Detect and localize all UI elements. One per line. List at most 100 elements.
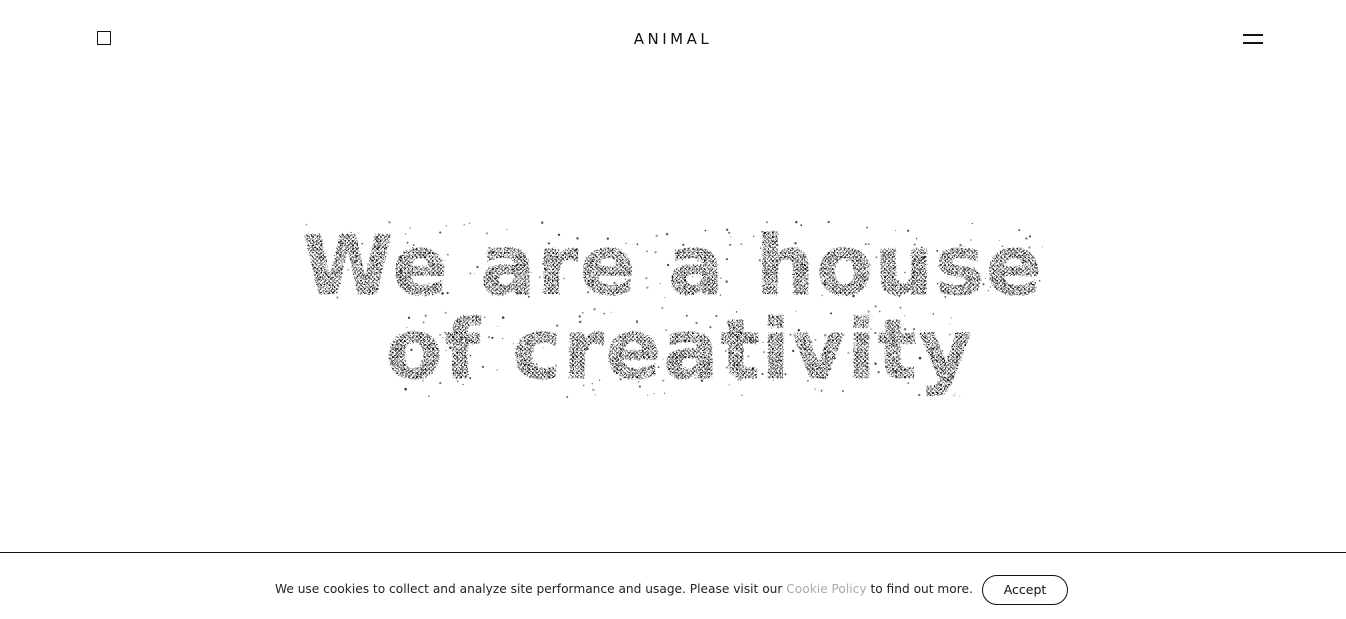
accept-cookies-button[interactable]: Accept (982, 575, 1068, 605)
stray-particle (406, 241, 409, 244)
stray-particle (940, 392, 943, 395)
stray-particle (653, 393, 655, 395)
stray-particle (903, 327, 907, 331)
stray-particle (625, 242, 627, 244)
stray-particle (469, 354, 472, 357)
stray-particle (410, 336, 412, 339)
stray-particle (725, 280, 728, 283)
stray-particle (795, 310, 797, 312)
stray-particle (867, 243, 870, 245)
stray-particle (469, 377, 472, 380)
stray-particle (588, 284, 591, 286)
stray-particle (931, 355, 934, 357)
stray-particle (715, 314, 718, 318)
stray-particle (949, 323, 951, 325)
stray-particle (578, 315, 581, 318)
stray-particle (936, 249, 939, 252)
stray-particle (810, 340, 813, 343)
stray-particle (410, 348, 413, 352)
stray-particle (406, 326, 408, 328)
stray-particle (350, 231, 352, 234)
stray-particle (665, 232, 669, 236)
stray-particle (489, 277, 492, 280)
hero: We are a house of creativity (0, 200, 1346, 430)
stray-particle (578, 320, 582, 324)
hamburger-menu-icon[interactable] (1243, 33, 1265, 45)
stray-particle (422, 321, 425, 324)
stray-particle (719, 294, 722, 296)
stray-particle (998, 240, 1000, 242)
stray-particle (875, 256, 878, 259)
stray-particle (645, 277, 648, 280)
stray-particle (444, 259, 446, 261)
stray-particle (444, 311, 447, 314)
stray-particle (967, 257, 969, 259)
stray-particle (747, 355, 750, 358)
stray-particle (613, 281, 616, 285)
stray-particle (637, 381, 640, 383)
stray-particle (935, 348, 938, 351)
stray-particle (404, 233, 406, 235)
stray-particle (305, 223, 308, 226)
stray-particle (404, 333, 407, 336)
stray-particle (591, 383, 593, 385)
stray-particle (740, 243, 743, 246)
stray-particle (761, 372, 764, 376)
stray-particle (807, 380, 809, 382)
stray-particle (1018, 229, 1021, 232)
stray-particle (830, 312, 833, 315)
stray-particle (657, 366, 660, 368)
stray-particle (746, 332, 748, 334)
stray-particle (710, 348, 712, 350)
stray-particle (571, 255, 573, 258)
stray-particle (582, 312, 584, 314)
stray-particle (685, 314, 688, 317)
stray-particle (728, 231, 731, 234)
stray-particle (899, 306, 902, 309)
stray-particle (574, 249, 577, 252)
stray-particle (907, 229, 910, 232)
stray-particle (530, 272, 532, 274)
stray-particle (527, 295, 530, 298)
stray-particle (762, 341, 764, 343)
stray-particle (728, 384, 730, 386)
stray-particle (949, 333, 951, 336)
stray-particle (619, 377, 622, 381)
stray-particle (320, 240, 323, 243)
stray-particle (797, 328, 801, 332)
stray-particle (353, 251, 355, 253)
stray-particle (593, 308, 596, 311)
stray-particle (737, 378, 740, 381)
stray-particle (857, 287, 859, 290)
stray-particle (389, 242, 391, 244)
stray-particle (501, 316, 505, 319)
stray-particle (399, 269, 402, 272)
stray-particle (586, 291, 590, 294)
stray-particle (352, 265, 354, 267)
stray-particle (728, 244, 730, 246)
stray-particle (704, 287, 706, 289)
stray-particle (647, 394, 649, 396)
stray-particle (538, 276, 541, 279)
stray-particle (694, 377, 696, 379)
stray-particle (549, 255, 552, 258)
stray-particle (424, 314, 427, 317)
site-logo[interactable]: ANIMAL (0, 29, 1346, 49)
stray-particle (794, 242, 797, 245)
stray-particle (824, 281, 827, 284)
stray-particle (568, 377, 570, 379)
stray-particle (894, 284, 896, 287)
cookie-policy-link[interactable]: Cookie Policy (786, 582, 866, 596)
stray-particle (422, 290, 424, 292)
stray-particle (388, 221, 391, 224)
stray-particle (662, 379, 665, 382)
stray-particle (901, 365, 903, 367)
stray-particle (898, 362, 900, 364)
stray-particle (336, 296, 339, 299)
hero-particle-text: We are a house of creativity (302, 219, 1043, 398)
stray-particle (859, 333, 862, 336)
stray-particle (715, 290, 717, 292)
stray-particle (412, 244, 415, 246)
stray-particle (950, 317, 952, 319)
stray-particle (654, 251, 657, 254)
